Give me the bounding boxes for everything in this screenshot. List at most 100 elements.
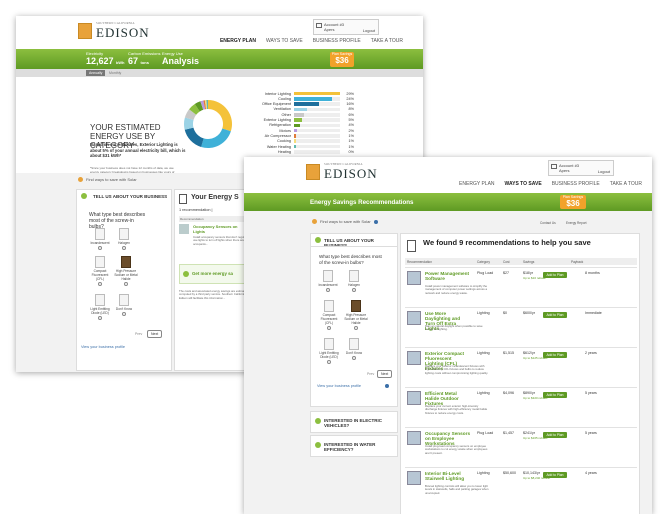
disclaimer-text: The costs and associated energy savings … <box>179 289 248 300</box>
add-to-plan-button[interactable]: Add to Plan <box>543 312 567 318</box>
rec-title[interactable]: Power Management Software <box>425 271 471 281</box>
add-to-plan-button[interactable]: Add to Plan <box>543 432 567 438</box>
list-icon <box>179 194 187 204</box>
energy-report-link[interactable]: Energy Report <box>566 221 587 225</box>
option-dont-know[interactable]: Don't Know <box>113 294 135 316</box>
option-cfl[interactable]: Compact Fluorescent (CFL) <box>89 256 111 286</box>
category-bar <box>294 150 340 154</box>
view-profile-link[interactable]: View your business profile <box>317 384 361 388</box>
rec-payback: Immediate <box>585 311 602 315</box>
plan-savings-badge[interactable]: Plan Savings $36 <box>330 52 354 67</box>
category-row: Heating 0% <box>240 149 365 154</box>
category-pct: 6% <box>348 112 355 117</box>
check-icon <box>315 418 321 424</box>
col-payback[interactable]: Payback <box>571 260 583 264</box>
rec-row: Occupancy Sensors on Employee Workstatio… <box>405 427 637 467</box>
category-bar <box>294 144 340 149</box>
category-bar <box>294 128 340 133</box>
info-icon[interactable] <box>373 219 378 224</box>
category-name: Office Equipment <box>261 102 291 107</box>
rec-thumbnail <box>407 271 421 285</box>
next-button[interactable]: Next <box>147 330 163 338</box>
col-savings[interactable]: Savings <box>523 260 534 264</box>
category-pct: 2% <box>348 128 355 133</box>
prev-button[interactable]: Prev <box>367 372 374 376</box>
plan-savings-badge[interactable]: Plan Savings $36 <box>560 195 586 209</box>
rec-description: Install power management software to sim… <box>425 284 488 295</box>
add-to-plan-button[interactable]: Add to Plan <box>543 392 567 398</box>
find-ways-solar[interactable]: Find ways to save with Solar <box>312 219 378 224</box>
rec-thumbnail <box>407 431 421 445</box>
category-name: Cooling <box>278 96 291 101</box>
category-pct: 1% <box>348 133 355 138</box>
nav-business-profile[interactable]: BUSINESS PROFILE <box>313 38 361 44</box>
edison-logo[interactable]: SOUTHERN CALIFORNIA EDISON <box>306 162 378 182</box>
main-nav: ENERGY PLAN WAYS TO SAVE BUSINESS PROFIL… <box>220 38 403 44</box>
col-cost[interactable]: Cost <box>503 260 510 264</box>
category-name: Air Compressor <box>264 133 291 138</box>
your-energy-heading: Your Energy S <box>191 194 239 201</box>
option-high-pressure-sodium[interactable]: High Pressure Sodium or Metal Halide <box>343 300 369 330</box>
info-icon[interactable] <box>385 384 389 388</box>
option-incandescent[interactable]: Incandescent <box>317 270 339 292</box>
contact-us-link[interactable]: Contact Us <box>540 221 556 225</box>
col-category[interactable]: Category <box>477 260 490 264</box>
electric-vehicles-panel[interactable]: INTERESTED IN ELECTRIC VEHICLES? <box>310 411 398 433</box>
account-box[interactable]: Account #3 Apers Logout <box>548 160 614 176</box>
rec-description: Replace your exterior incandescent fixtu… <box>425 364 489 375</box>
view-profile-link[interactable]: View your business profile <box>81 345 125 349</box>
category-bar <box>294 91 340 96</box>
nav-energy-plan[interactable]: ENERGY PLAN <box>459 181 494 187</box>
nav-business-profile[interactable]: BUSINESS PROFILE <box>552 181 600 187</box>
edison-logo[interactable]: SOUTHERN CALIFORNIA EDISON <box>78 21 150 41</box>
option-cfl[interactable]: Compact Fluorescent (CFL) <box>317 300 341 330</box>
add-to-plan-button[interactable]: Add to Plan <box>543 352 567 358</box>
add-to-plan-button[interactable]: Add to Plan <box>543 272 567 278</box>
nav-take-a-tour[interactable]: TAKE A TOUR <box>610 181 642 187</box>
category-pct: 1% <box>348 144 355 149</box>
account-box[interactable]: Account #3 Apers Logout <box>313 19 379 35</box>
nav-ways-to-save[interactable]: WAYS TO SAVE <box>266 38 303 44</box>
nav-take-a-tour[interactable]: TAKE A TOUR <box>371 38 403 44</box>
stat-energy-use[interactable]: Energy Use Analysis <box>162 51 199 66</box>
category-bar <box>294 97 340 101</box>
tab-annually[interactable]: Annually <box>86 70 106 76</box>
option-high-pressure-sodium[interactable]: High Pressure Sodium or Metal Halide <box>113 256 139 286</box>
option-halogen[interactable]: Halogen <box>343 270 365 292</box>
rec-category: Lighting <box>477 391 490 395</box>
add-to-plan-button[interactable]: Add to Plan <box>543 472 567 478</box>
rec-savings: $18/yr <box>523 271 533 275</box>
next-button[interactable]: Next <box>377 370 393 378</box>
rec-thumbnail <box>407 351 421 365</box>
nav-energy-plan[interactable]: ENERGY PLAN <box>220 38 256 44</box>
find-ways-solar[interactable]: Find ways to save with Solar <box>78 177 137 182</box>
logout-link[interactable]: Logout <box>598 169 610 174</box>
estimate-summary: Based on our estimates, Exterior Lightin… <box>90 142 186 158</box>
leaf-icon <box>183 271 189 277</box>
rec-savings: $241/yr <box>523 431 535 435</box>
option-dont-know[interactable]: Don't Know <box>343 338 365 360</box>
prev-button[interactable]: Prev <box>135 332 142 336</box>
rec-cost: $50,600 <box>503 471 516 475</box>
option-led[interactable]: Light Emitting Diode (LED) <box>317 338 341 364</box>
rec-title[interactable]: Interior Bi-Level Stairwell Lighting <box>425 471 471 481</box>
option-led[interactable]: Light Emitting Diode (LED) <box>89 294 111 320</box>
get-more-box[interactable]: Get more energy sa <box>179 264 251 284</box>
site-header: SOUTHERN CALIFORNIA EDISON Account #3 Ap… <box>16 16 423 48</box>
rec-desc: Install occupancy sensors that don't reg… <box>193 235 249 246</box>
option-halogen[interactable]: Halogen <box>113 228 135 250</box>
rec-payback: 8 months <box>585 271 600 275</box>
tab-monthly[interactable]: Monthly <box>106 70 124 76</box>
option-incandescent[interactable]: Incandescent <box>89 228 111 250</box>
rec-title[interactable]: Occupancy Sensors on Lights <box>193 224 249 234</box>
water-efficiency-panel[interactable]: INTERESTED IN WATER EFFICIENCY? <box>310 435 398 457</box>
rec-row: Exterior Compact Fluorescent Lighting (C… <box>405 347 637 387</box>
rec-category: Lighting <box>477 471 490 475</box>
main-area: Find ways to save with Solar Contact Us … <box>244 211 652 514</box>
col-recommendation[interactable]: Recommendation <box>407 260 432 264</box>
sensor-icon <box>179 224 189 234</box>
tell-us-panel: TELL US ABOUT YOUR BUSINESS What type be… <box>310 233 398 407</box>
rec-description: Bi-level lighting controls will allow yo… <box>425 484 489 495</box>
nav-ways-to-save[interactable]: WAYS TO SAVE <box>505 181 542 187</box>
logout-link[interactable]: Logout <box>363 28 375 33</box>
